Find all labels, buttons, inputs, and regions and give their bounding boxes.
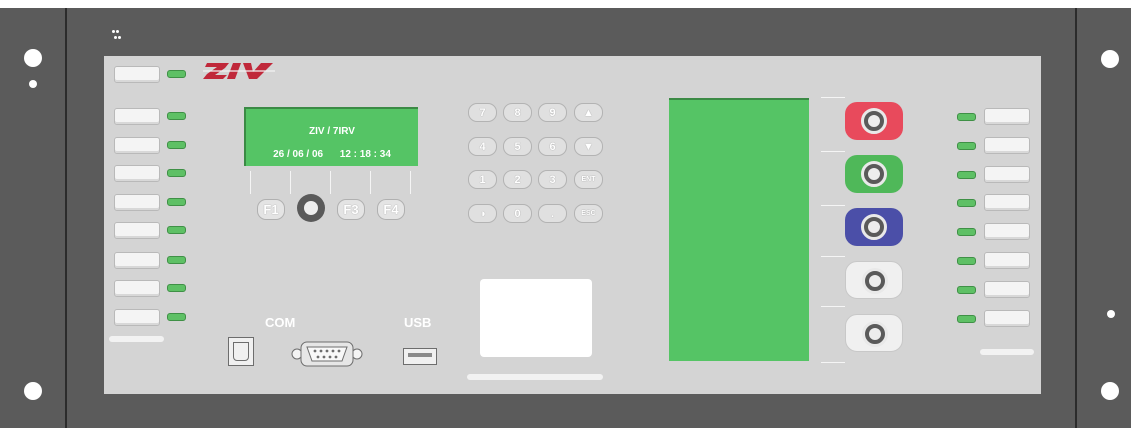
key-4[interactable]: 4 — [468, 137, 497, 156]
mount-hole-bottom-left — [24, 382, 42, 400]
led-label-button[interactable] — [984, 108, 1030, 125]
key-7[interactable]: 7 — [468, 103, 497, 122]
f3-button[interactable]: F3 — [337, 199, 365, 220]
key-dot[interactable]: . — [538, 204, 567, 223]
f2-knob-button[interactable] — [297, 194, 325, 222]
separator-line — [821, 362, 845, 363]
serial-db9-port[interactable] — [291, 339, 363, 369]
usb-a-port[interactable] — [403, 348, 437, 365]
green-control-knob[interactable] — [845, 155, 903, 193]
key-5[interactable]: 5 — [503, 137, 532, 156]
status-led — [167, 256, 186, 264]
key-2[interactable]: 2 — [503, 170, 532, 189]
key-8[interactable]: 8 — [503, 103, 532, 122]
key-3[interactable]: 3 — [538, 170, 567, 189]
transparent-window — [480, 279, 592, 357]
led-label-button[interactable] — [114, 280, 160, 297]
f4-button[interactable]: F4 — [377, 199, 405, 220]
led-label-button[interactable] — [984, 310, 1030, 327]
led-label-button[interactable] — [114, 252, 160, 269]
separator-line — [821, 97, 845, 98]
label-strip — [109, 336, 164, 342]
separator-line — [821, 306, 845, 307]
status-led — [957, 199, 976, 207]
white-control-knob[interactable] — [845, 261, 903, 299]
status-led — [167, 70, 186, 78]
status-led — [957, 113, 976, 121]
status-led — [957, 286, 976, 294]
key-6[interactable]: 6 — [538, 137, 567, 156]
led-label-button[interactable] — [114, 108, 160, 125]
mount-hole-small-right — [1107, 310, 1115, 318]
status-led — [957, 315, 976, 323]
white-control-knob[interactable] — [845, 314, 903, 352]
lcd-line-1: ZIV / 7IRV — [309, 126, 355, 137]
status-led — [167, 169, 186, 177]
led-label-button[interactable] — [984, 252, 1030, 269]
contrast-key[interactable]: ◑ — [468, 204, 497, 223]
blue-control-knob[interactable] — [845, 208, 903, 246]
led-label-button[interactable] — [114, 194, 160, 211]
indicator-dot — [116, 30, 119, 33]
right-rail-divider — [1075, 8, 1077, 428]
fkey-divider — [330, 171, 331, 194]
indicator-dot — [114, 36, 117, 39]
escape-key[interactable]: ESC — [574, 204, 603, 223]
fkey-divider — [250, 171, 251, 194]
fkey-divider — [290, 171, 291, 194]
led-label-button[interactable] — [114, 137, 160, 154]
led-label-button[interactable] — [114, 66, 160, 83]
down-arrow-key[interactable]: ▼ — [574, 137, 603, 156]
separator-line — [821, 151, 845, 152]
fkey-divider — [410, 171, 411, 194]
status-led — [167, 141, 186, 149]
lcd-display: ZIV / 7IRV 26 / 06 / 06 12 : 18 : 34 — [244, 107, 418, 166]
separator-line — [821, 205, 845, 206]
enter-key[interactable]: ENT — [574, 170, 603, 189]
led-label-button[interactable] — [984, 166, 1030, 183]
led-label-button[interactable] — [984, 194, 1030, 211]
red-control-knob[interactable] — [845, 102, 903, 140]
separator-line — [821, 256, 845, 257]
mount-hole-top-left — [24, 49, 42, 67]
status-led — [957, 228, 976, 236]
com-label: COM — [265, 315, 296, 330]
indicator-dot — [112, 30, 115, 33]
key-0[interactable]: 0 — [503, 204, 532, 223]
fkey-divider — [370, 171, 371, 194]
led-label-button[interactable] — [114, 165, 160, 182]
status-led — [167, 198, 186, 206]
mount-hole-bottom-right — [1101, 382, 1119, 400]
status-led — [167, 284, 186, 292]
lcd-line-2: 26 / 06 / 06 12 : 18 : 34 — [273, 149, 391, 160]
up-arrow-key[interactable]: ▲ — [574, 103, 603, 122]
led-label-button[interactable] — [114, 222, 160, 239]
usb-b-port[interactable] — [228, 337, 254, 366]
status-led — [167, 112, 186, 120]
indicator-dot — [118, 36, 121, 39]
led-label-button[interactable] — [984, 137, 1030, 154]
key-9[interactable]: 9 — [538, 103, 567, 122]
label-strip — [467, 374, 603, 380]
led-label-button[interactable] — [984, 223, 1030, 240]
f1-button[interactable]: F1 — [257, 199, 285, 220]
label-strip — [980, 349, 1034, 355]
status-led — [167, 226, 186, 234]
led-label-button[interactable] — [984, 281, 1030, 298]
mount-hole-small-left — [29, 80, 37, 88]
status-led — [957, 257, 976, 265]
led-label-button[interactable] — [114, 309, 160, 326]
status-led — [957, 142, 976, 150]
status-led — [957, 171, 976, 179]
ziv-logo — [203, 62, 275, 80]
graphic-display — [669, 98, 809, 361]
left-rail-divider — [65, 8, 67, 428]
usb-label: USB — [404, 315, 432, 330]
key-1[interactable]: 1 — [468, 170, 497, 189]
status-led — [167, 313, 186, 321]
mount-hole-top-right — [1101, 50, 1119, 68]
